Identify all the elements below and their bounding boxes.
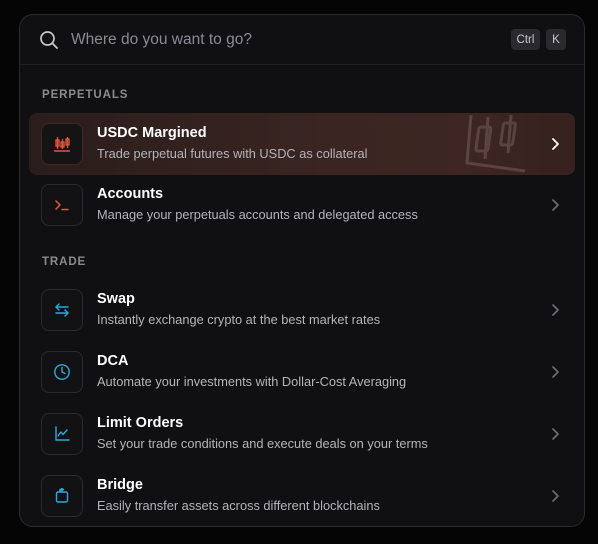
item-description: Set your trade conditions and execute de… [97,436,428,451]
menu-item-bridge[interactable]: Bridge Easily transfer assets across dif… [29,465,575,526]
search-input[interactable] [71,28,451,52]
shortcut-key-k: K [546,29,566,50]
item-title: DCA [97,353,129,369]
chevron-right-icon [552,490,559,502]
chevron-right-icon [552,366,559,378]
search-icon [40,31,58,49]
menu-item-accounts[interactable]: Accounts Manage your perpetuals accounts… [29,174,575,236]
item-description: Instantly exchange crypto at the best ma… [97,312,381,327]
menu-item-usdc-margined[interactable]: USDC Margined Trade perpetual futures wi… [29,113,575,175]
item-description: Automate your investments with Dollar-Co… [97,374,407,389]
clock-icon [41,351,83,393]
terminal-icon [41,184,83,226]
item-description: Trade perpetual futures with USDC as col… [97,146,368,161]
item-title: Accounts [97,186,164,202]
search-bar: Ctrl K [20,15,584,65]
chevron-right-icon [552,428,559,440]
section-label-perpetuals: PERPETUALS [42,89,129,101]
chevron-right-icon [552,138,559,150]
item-title: Limit Orders [97,415,184,431]
candlestick-watermark-icon [465,114,526,173]
item-title: Bridge [97,477,143,493]
chevron-right-icon [552,304,559,316]
command-palette: Ctrl K PERPETUALS USDC Margined Trade pe… [19,14,585,527]
section-label-trade: TRADE [42,256,87,268]
line-chart-icon [41,413,83,455]
menu-item-dca[interactable]: DCA Automate your investments with Dolla… [29,341,575,403]
shortcut-key-ctrl: Ctrl [511,29,540,50]
item-title: USDC Margined [97,125,207,141]
item-description: Easily transfer assets across different … [97,498,380,513]
item-title: Swap [97,291,135,307]
bridge-icon [41,475,83,517]
menu-item-limit-orders[interactable]: Limit Orders Set your trade conditions a… [29,403,575,465]
item-description: Manage your perpetuals accounts and dele… [97,207,418,222]
swap-arrows-icon [41,289,83,331]
candlestick-icon [41,123,83,165]
chevron-right-icon [552,199,559,211]
menu-item-swap[interactable]: Swap Instantly exchange crypto at the be… [29,279,575,341]
